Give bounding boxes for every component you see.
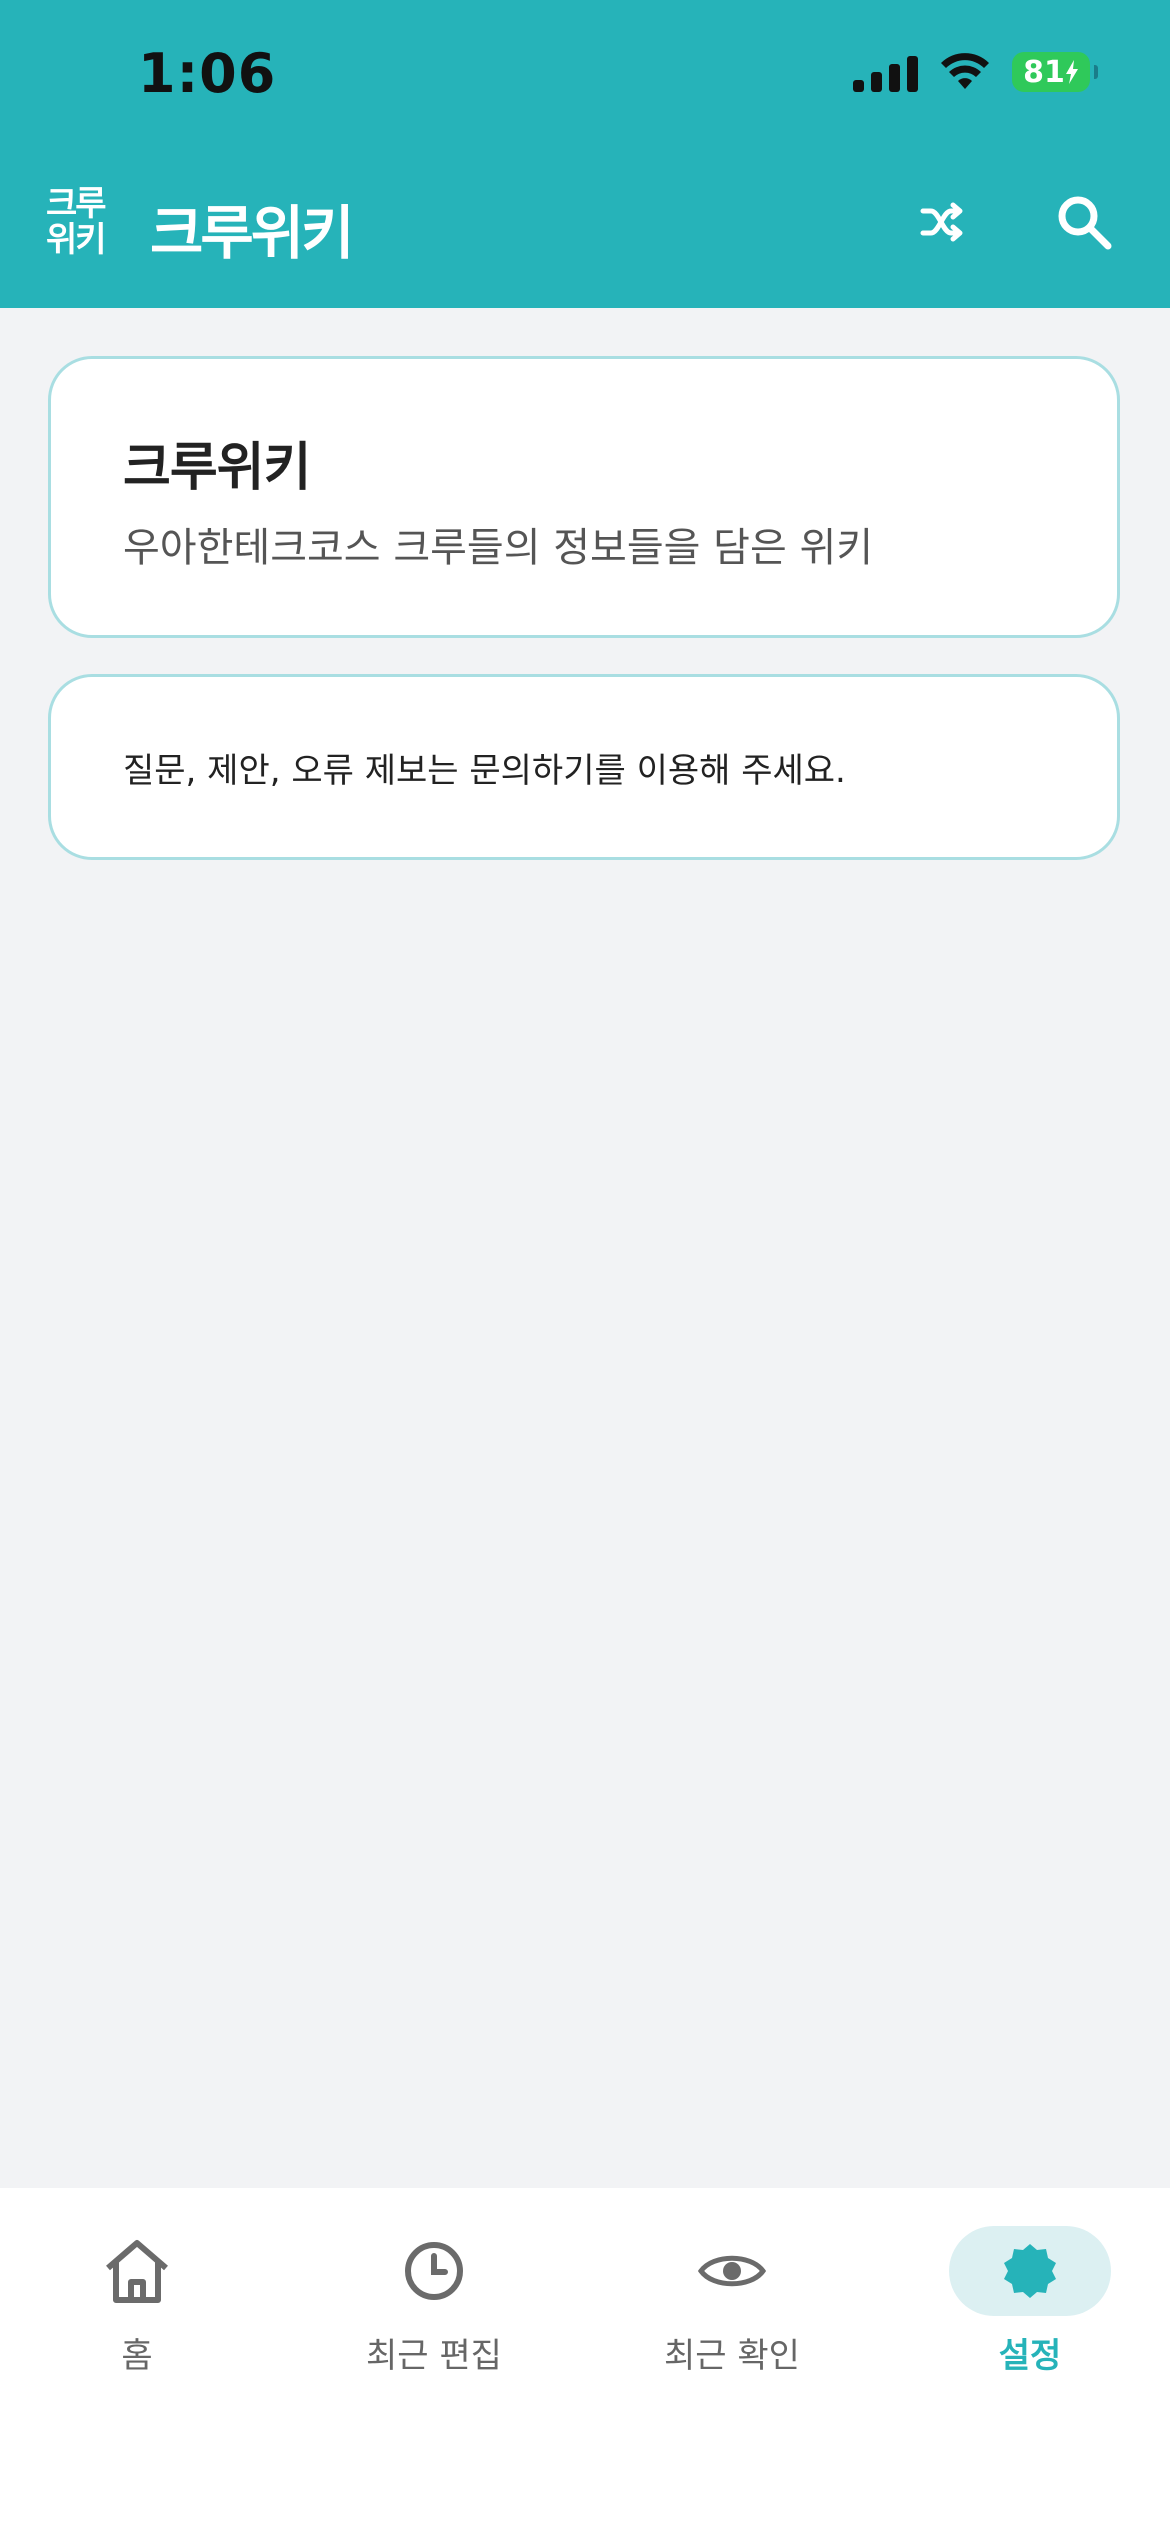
home-icon bbox=[106, 2240, 168, 2303]
battery-icon: 81 bbox=[1012, 52, 1098, 92]
status-time: 1:06 bbox=[138, 42, 277, 105]
app-logo: 크루 위키 bbox=[46, 186, 118, 258]
search-button[interactable] bbox=[1048, 186, 1120, 258]
cellular-signal-icon bbox=[853, 52, 918, 92]
charging-bolt-icon bbox=[1065, 60, 1078, 84]
app-title: 크루위키 bbox=[150, 199, 354, 267]
nav-item-recent-edits[interactable]: 최근 편집 bbox=[284, 2226, 584, 2377]
nav-icon-container bbox=[651, 2226, 813, 2316]
app-header: 1:06 81 크루 위키 크루위키 bbox=[0, 0, 1170, 308]
nav-label-settings: 설정 bbox=[998, 2336, 1062, 2376]
search-icon bbox=[1058, 196, 1112, 250]
clock-icon bbox=[405, 2242, 463, 2300]
intro-card: 크루위키 우아한테크코스 크루들의 정보들을 담은 위키 bbox=[48, 356, 1120, 638]
settings-icon bbox=[1004, 2244, 1056, 2298]
eye-icon bbox=[697, 2255, 767, 2287]
nav-label-home: 홈 bbox=[121, 2336, 153, 2376]
nav-icon-container bbox=[56, 2226, 218, 2316]
nav-item-recent-views[interactable]: 최근 확인 bbox=[582, 2226, 882, 2377]
nav-icon-container bbox=[353, 2226, 515, 2316]
nav-item-settings[interactable]: 설정 bbox=[880, 2226, 1170, 2377]
battery-level: 81 bbox=[1023, 54, 1065, 90]
shuffle-icon bbox=[920, 202, 963, 242]
nav-item-home[interactable]: 홈 bbox=[0, 2226, 287, 2377]
nav-label-recent-views: 최근 확인 bbox=[664, 2336, 800, 2376]
logo-line-1: 크루 bbox=[46, 184, 107, 224]
status-icons: 81 bbox=[853, 52, 1098, 92]
logo-line-2: 위키 bbox=[46, 220, 107, 260]
nav-label-recent-edits: 최근 편집 bbox=[366, 2336, 502, 2376]
intro-card-description: 우아한테크코스 크루들의 정보들을 담은 위키 bbox=[123, 525, 874, 571]
intro-card-title: 크루위키 bbox=[123, 438, 311, 498]
notice-text: 질문, 제안, 오류 제보는 문의하기를 이용해 주세요. bbox=[123, 751, 846, 791]
wifi-icon bbox=[941, 53, 989, 89]
notice-card: 질문, 제안, 오류 제보는 문의하기를 이용해 주세요. bbox=[48, 674, 1120, 860]
random-document-button[interactable] bbox=[906, 186, 978, 258]
bottom-navigation: 홈 최근 편집 최근 확인 설정 bbox=[0, 2188, 1170, 2532]
nav-icon-container-active bbox=[949, 2226, 1111, 2316]
